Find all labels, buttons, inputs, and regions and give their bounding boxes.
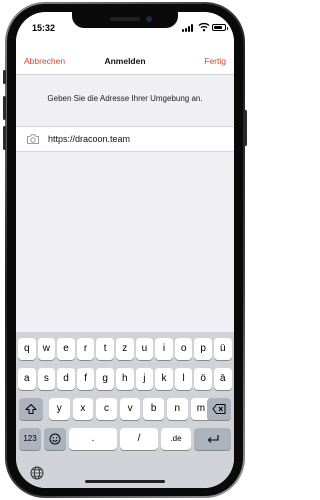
volume-down-button	[3, 126, 6, 150]
return-icon	[207, 435, 219, 443]
key-r[interactable]: r	[76, 338, 95, 360]
speaker	[110, 17, 140, 21]
notch	[72, 12, 178, 28]
key-d[interactable]: d	[57, 368, 75, 390]
key-c[interactable]: c	[96, 398, 117, 420]
slash-key[interactable]: /	[120, 428, 158, 450]
key-n[interactable]: n	[167, 398, 188, 420]
camera-icon[interactable]	[26, 133, 40, 145]
navigation-bar: Abbrechen Anmelden Fertig	[16, 40, 234, 75]
domain-key[interactable]: .de	[161, 428, 191, 450]
status-time: 15:32	[32, 23, 56, 33]
backspace-key[interactable]	[207, 398, 231, 420]
keyboard: qwertzuiopü asdfghjklöä yxcvbnm 123 . / …	[16, 332, 234, 488]
url-field-row[interactable]	[16, 126, 234, 152]
battery-icon	[212, 24, 228, 31]
emoji-icon	[49, 433, 61, 445]
instruction-text: Geben Sie die Adresse Ihrer Umgebung an.	[47, 94, 203, 103]
key-i[interactable]: i	[155, 338, 173, 360]
key-ü[interactable]: ü	[214, 338, 232, 360]
key-k[interactable]: k	[155, 368, 173, 390]
key-j[interactable]: j	[135, 368, 154, 390]
battery-fill	[214, 26, 222, 29]
page-title: Anmelden	[104, 56, 146, 66]
backspace-icon	[212, 404, 226, 414]
key-w[interactable]: w	[37, 338, 56, 360]
key-v[interactable]: v	[119, 398, 141, 420]
key-y[interactable]: y	[49, 398, 70, 420]
power-button	[244, 110, 247, 146]
key-t[interactable]: t	[96, 338, 114, 360]
key-x[interactable]: x	[72, 398, 94, 420]
return-key[interactable]	[194, 428, 231, 450]
key-l[interactable]: l	[174, 368, 193, 390]
dot-key[interactable]: .	[69, 428, 117, 450]
key-u[interactable]: u	[135, 338, 154, 360]
key-a[interactable]: a	[18, 368, 36, 390]
done-button[interactable]: Fertig	[204, 56, 226, 66]
volume-up-button	[3, 96, 6, 120]
key-b[interactable]: b	[143, 398, 164, 420]
key-ö[interactable]: ö	[194, 368, 212, 390]
shift-key[interactable]	[19, 398, 43, 420]
key-p[interactable]: p	[194, 338, 212, 360]
front-camera	[146, 16, 152, 22]
signal-icon	[182, 24, 196, 32]
wifi-icon	[198, 22, 210, 32]
server-url-input[interactable]	[48, 131, 218, 147]
globe-icon[interactable]	[30, 466, 44, 480]
key-e[interactable]: e	[57, 338, 75, 360]
screen: 15:32 Abbrechen Anmelden Fertig Geben Si…	[16, 12, 234, 488]
key-z[interactable]: z	[116, 338, 134, 360]
shift-icon	[25, 404, 37, 414]
key-o[interactable]: o	[174, 338, 193, 360]
key-ä[interactable]: ä	[214, 368, 232, 390]
home-indicator	[85, 480, 165, 483]
numbers-key[interactable]: 123	[19, 428, 41, 450]
key-q[interactable]: q	[18, 338, 36, 360]
key-f[interactable]: f	[76, 368, 95, 390]
phone-mockup: 15:32 Abbrechen Anmelden Fertig Geben Si…	[0, 0, 250, 500]
key-h[interactable]: h	[116, 368, 134, 390]
key-s[interactable]: s	[37, 368, 56, 390]
key-g[interactable]: g	[96, 368, 114, 390]
mute-switch	[3, 70, 6, 84]
emoji-key[interactable]	[44, 428, 66, 450]
